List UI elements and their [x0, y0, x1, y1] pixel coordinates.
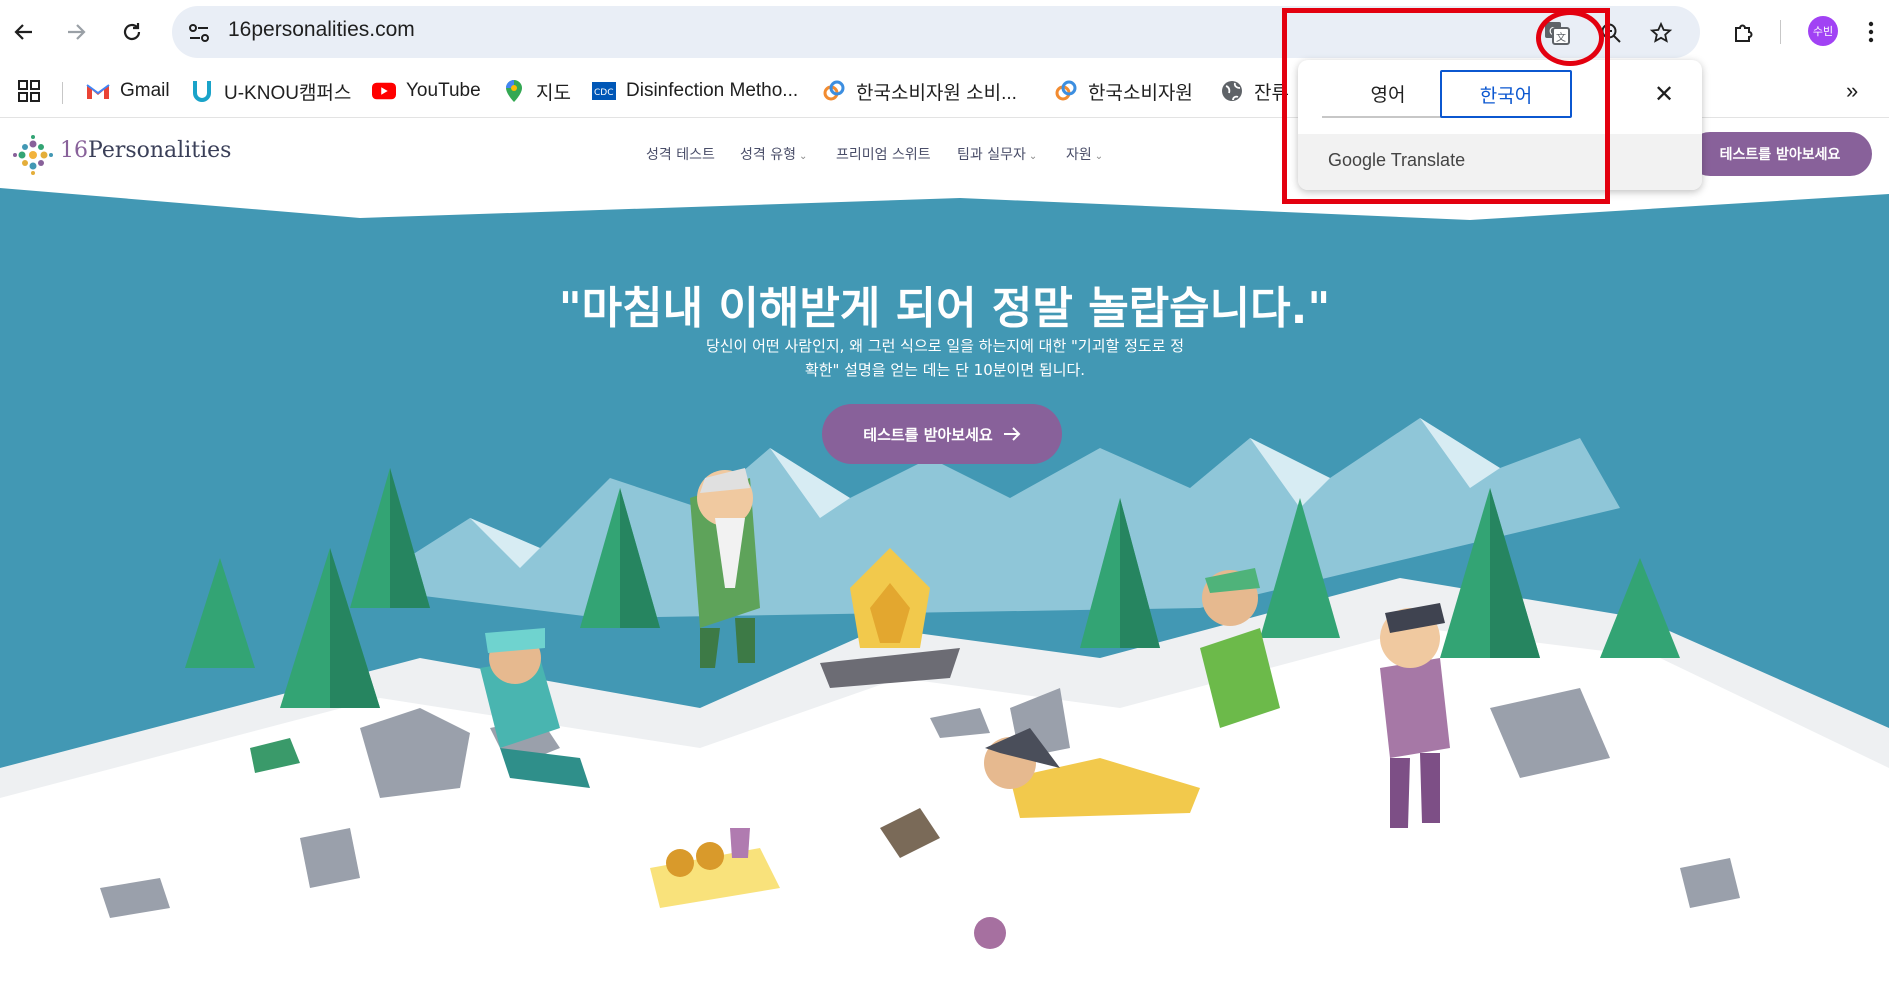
bookmark-globe[interactable]: 잔류 [1220, 76, 1289, 106]
extensions-button[interactable] [1724, 12, 1764, 52]
reload-button[interactable] [112, 12, 152, 52]
hero-title: "마침내 이해받게 되어 정말 놀랍습니다." [558, 283, 1331, 334]
more-bookmarks-button[interactable]: » [1846, 76, 1858, 106]
close-icon: ✕ [1653, 80, 1675, 108]
bookmark-kca-1[interactable]: 한국소비자원 소비... [822, 76, 1017, 106]
browser-menu-button[interactable] [1856, 12, 1886, 52]
bookmark-label: Gmail [120, 80, 170, 101]
toolbar-divider [1780, 20, 1781, 44]
gmail-icon [86, 79, 110, 103]
double-chevron-icon: » [1846, 78, 1859, 103]
apps-grid-icon [18, 80, 40, 102]
chevron-down-icon: ⌄ [1028, 151, 1038, 162]
cdc-icon: CDC [592, 79, 616, 103]
url-text[interactable]: 16personalities.com [228, 18, 415, 42]
back-button[interactable] [4, 12, 44, 52]
profile-initials: 수빈 [1812, 25, 1834, 38]
close-popup-button[interactable]: ✕ [1644, 74, 1684, 114]
bookmark-kca-2[interactable]: 한국소비자원 [1054, 76, 1193, 106]
header-cta-label: 테스트를 받아보세요 [1719, 147, 1841, 163]
nav-label: 자원 [1066, 147, 1092, 163]
bookmark-label: 한국소비자원 소비... [856, 82, 1017, 104]
kca-icon [1054, 79, 1078, 103]
nav-personality-types[interactable]: 성격 유형 ⌄ [740, 144, 807, 164]
arrow-right-icon [1003, 427, 1021, 441]
logo-mark-icon[interactable] [12, 134, 54, 176]
nav-teams[interactable]: 팀과 실무자 ⌄ [957, 144, 1037, 164]
star-icon [1649, 21, 1673, 43]
svg-text:CDC: CDC [594, 88, 614, 98]
forward-button[interactable] [56, 12, 96, 52]
bookmark-gmail[interactable]: Gmail [86, 76, 170, 106]
hero-cta-label: 테스트를 받아보세요 [863, 425, 993, 444]
nav-label: 성격 유형 [740, 147, 796, 163]
bookmark-label: 지도 [536, 82, 571, 104]
bookmark-label: Disinfection Metho... [626, 80, 799, 101]
nav-label: 팀과 실무자 [957, 147, 1026, 163]
puzzle-icon [1735, 24, 1753, 42]
reload-icon [123, 23, 141, 41]
bookmarks-divider [62, 82, 63, 104]
apps-button[interactable] [18, 76, 40, 106]
bookmark-label: 한국소비자원 [1088, 82, 1193, 104]
forward-arrow-icon [68, 24, 86, 40]
uknou-icon [190, 79, 214, 103]
chevron-down-icon: ⌄ [798, 151, 808, 162]
bookmark-maps[interactable]: 지도 [502, 76, 571, 106]
bookmark-youtube[interactable]: YouTube [372, 76, 481, 106]
site-logo[interactable]: 16Personalities [60, 138, 231, 163]
nav-personality-test[interactable]: 성격 테스트 [646, 144, 715, 164]
hero-take-test-button[interactable]: 테스트를 받아보세요 [822, 404, 1062, 464]
bookmark-label: YouTube [406, 80, 481, 101]
bookmark-label: U-KNOU캠퍼스 [224, 82, 352, 104]
youtube-icon [372, 79, 396, 103]
bookmark-star-button[interactable] [1642, 14, 1680, 52]
highlight-circle [1536, 10, 1604, 66]
site-info-icon[interactable] [186, 20, 212, 46]
maps-icon [502, 79, 526, 103]
nav-resources[interactable]: 자원 ⌄ [1066, 144, 1103, 164]
nav-premium-suite[interactable]: 프리미엄 스위트 [836, 144, 931, 164]
hero-subtitle: 당신이 어떤 사람인지, 왜 그런 식으로 일을 하는지에 대한 "기괴할 정도… [705, 337, 1185, 379]
back-arrow-icon [14, 24, 32, 40]
kebab-menu-icon [1868, 21, 1874, 43]
profile-avatar[interactable]: 수빈 [1808, 16, 1838, 46]
bookmark-uknou[interactable]: U-KNOU캠퍼스 [190, 76, 351, 106]
kca-icon [822, 79, 846, 103]
logo-number: 16 [60, 138, 88, 163]
hero-section: "마침내 이해받게 되어 정말 놀랍습니다." 당신이 어떤 사람인지, 왜 그… [0, 188, 1889, 1001]
bookmark-cdc[interactable]: CDC Disinfection Metho... [592, 76, 798, 106]
globe-icon [1220, 79, 1244, 103]
chevron-down-icon: ⌄ [1094, 151, 1104, 162]
logo-word: Personalities [88, 138, 232, 163]
header-take-test-button[interactable]: 테스트를 받아보세요 [1688, 132, 1872, 176]
